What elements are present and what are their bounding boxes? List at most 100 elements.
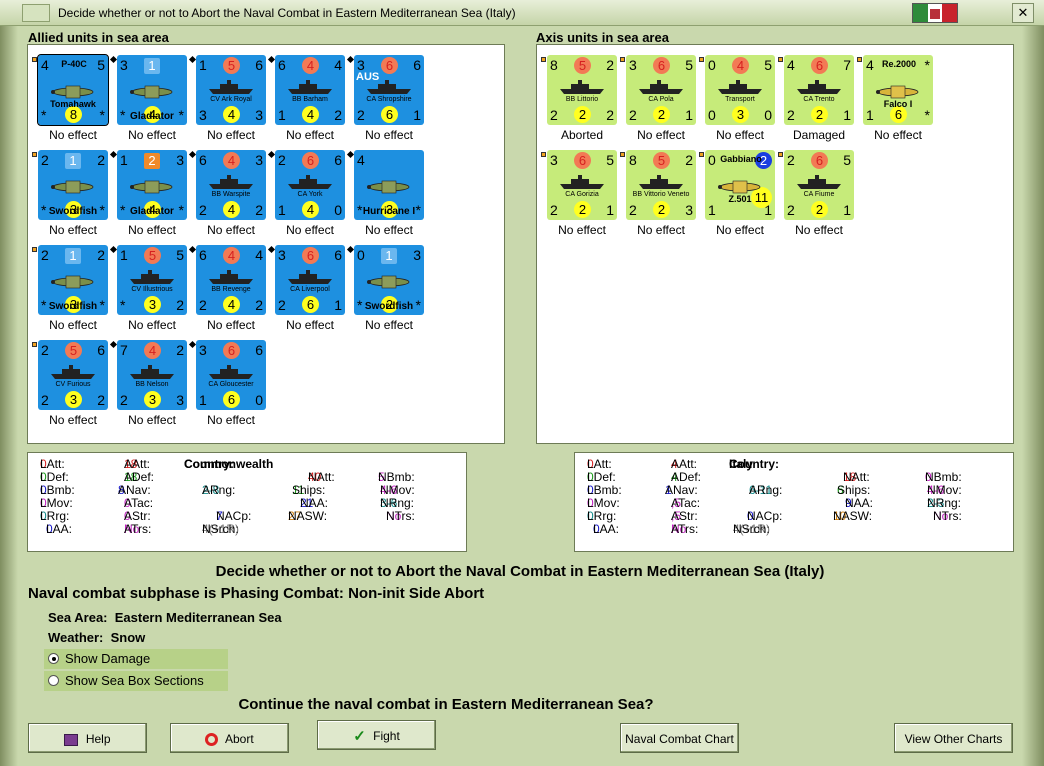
stat-label: NASW:	[288, 509, 328, 523]
help-button[interactable]: Help	[28, 723, 147, 753]
unit-counter[interactable]: 3 5 2 1 6 2 CA Pola	[626, 55, 696, 125]
counter-marker-icon	[541, 152, 546, 157]
no-entry-icon	[205, 733, 219, 747]
close-icon[interactable]: ✕	[1012, 3, 1034, 23]
counter-attack-value: 6	[223, 342, 240, 359]
unit-counter[interactable]: 2 6 1 0 6 4 CA York	[275, 150, 345, 220]
unit-counter[interactable]: 4 5 * * 8 P-40C Tomahawk	[37, 54, 109, 126]
counter-bottom-right-value: 2	[255, 297, 263, 313]
fight-button-label: Fight	[373, 729, 400, 743]
counter-defense-value: 3	[144, 391, 161, 408]
axis-units-panel: 8 2 2 2 5 2 BB Littorio Aborted 3 5 2 1 6 2 CA Pola No …	[536, 44, 1014, 444]
unit-counter[interactable]: 2 5 2 1 6 2 CA Fiume	[784, 150, 854, 220]
abort-button[interactable]: Abort	[170, 723, 289, 753]
counter-top-left-value: 0	[357, 247, 365, 263]
stat-label: ATrs:	[671, 522, 699, 536]
abort-button-label: Abort	[224, 732, 254, 746]
unit-effect-label: No effect	[207, 318, 255, 332]
unit-name: CA Trento	[803, 96, 835, 103]
unit-counter[interactable]: 4 * 1 * 6 Re.2000 Falco I	[863, 55, 933, 125]
counter-marker-icon	[32, 247, 37, 252]
counter-bottom-right-value: *	[924, 107, 930, 123]
counter-bottom-left-value: *	[41, 107, 47, 123]
unit-effect-label: No effect	[286, 128, 334, 142]
stat-label: AStr:	[124, 509, 151, 523]
unit-subname: Falco I	[883, 99, 913, 109]
ship-icon	[796, 174, 842, 190]
counter-defense-value: 4	[302, 201, 319, 218]
unit-counter[interactable]: 3 6 1 0 6 6 CA Gloucester	[196, 340, 266, 410]
naval-combat-chart-button[interactable]: Naval Combat Chart	[620, 723, 739, 753]
unit-counter[interactable]: 1 3 * * 4 2 Gladiator	[117, 150, 187, 220]
axis-section-title: Axis units in sea area	[536, 30, 669, 45]
counter-marker-icon	[778, 57, 783, 62]
unit-counter[interactable]: 0 5 0 0 4 3 Transport	[705, 55, 775, 125]
unit-counter[interactable]: 8 2 2 2 5 2 BB Littorio	[547, 55, 617, 125]
unit-counter[interactable]: 2 2 * * 3 1 Swordfish	[38, 245, 108, 315]
stat-label: LAA:	[46, 522, 73, 536]
counter-bottom-left-value: 2	[41, 392, 49, 408]
unit-effect-label: No effect	[795, 223, 843, 237]
counter-marker-icon	[699, 57, 704, 62]
stat-label: ANav:	[665, 483, 698, 497]
stat-label: ATac:	[124, 496, 154, 510]
unit-counter[interactable]: 4 * * 3 Hurricane I	[354, 150, 424, 220]
unit-name: BB Barham	[292, 96, 328, 103]
stat-label: LBmb:	[40, 483, 75, 497]
counter-marker-icon	[32, 57, 37, 62]
unit-counter[interactable]: 2 6 2 2 5 3 CV Furious	[38, 340, 108, 410]
unit-counter[interactable]: 1 5 * 2 5 3 CV Illustrious	[117, 245, 187, 315]
stat-label: LAA:	[593, 522, 620, 536]
counter-top-right-value: 6	[413, 57, 421, 73]
counter-attack-value: 6	[811, 57, 828, 74]
stat-label: LRrg:	[40, 509, 70, 523]
stat-label: AAtt:	[671, 457, 698, 471]
unit-counter[interactable]: 3 6 2 1 6 6 AUS CA Shropshire	[354, 55, 424, 125]
unit-name: Re.2000	[881, 59, 917, 69]
unit-counter[interactable]: 0 3 * * 2 1 Swordfish	[354, 245, 424, 315]
unit-name: CA Gloucester	[208, 381, 254, 388]
stat-label: NAA:	[300, 496, 329, 510]
counter-top-left-value: 2	[41, 247, 49, 263]
view-other-charts-button[interactable]: View Other Charts	[894, 723, 1013, 753]
counter-top-right-value: 5	[685, 57, 693, 73]
unit-counter[interactable]: 4 7 2 1 6 2 CA Trento	[784, 55, 854, 125]
unit-counter[interactable]: 2 2 * * 3 1 Swordfish	[38, 150, 108, 220]
unit-counter[interactable]: 8 2 2 3 5 2 BB Vittorio Veneto	[626, 150, 696, 220]
counter-top-right-value: 4	[255, 247, 263, 263]
stat-label: NAtt:	[308, 470, 335, 484]
counter-bottom-right-value: 0	[255, 392, 263, 408]
counter-defense-value: 4	[223, 201, 240, 218]
counter-marker-icon	[32, 342, 37, 347]
unit-counter[interactable]: 6 4 2 2 4 4 BB Revenge	[196, 245, 266, 315]
unit-counter[interactable]: 3 * * 4 1 Gladiator	[117, 55, 187, 125]
stat-label: ADef:	[124, 470, 155, 484]
unit-effect-label: No effect	[637, 128, 685, 142]
show-damage-radio[interactable]: Show Damage	[44, 649, 228, 669]
counter-defense-value: 2	[574, 201, 591, 218]
stat-label: NRng:	[927, 496, 962, 510]
counter-defense-value: 4	[223, 106, 240, 123]
unit-counter[interactable]: 6 3 2 2 4 4 BB Warspite	[196, 150, 266, 220]
counter-top-left-value: 1	[120, 247, 128, 263]
counter-marker-icon	[188, 150, 197, 159]
unit-counter[interactable]: 1 6 3 3 5 4 CV Ark Royal	[196, 55, 266, 125]
unit-counter[interactable]: 3 6 2 1 6 6 CA Liverpool	[275, 245, 345, 315]
counter-squadron-badge: 1	[381, 248, 397, 264]
fight-button[interactable]: ✓ Fight	[317, 720, 436, 750]
unit-effect-label: No effect	[128, 128, 176, 142]
unit-counter[interactable]: 0 1 1 11 2 Gabbiano Z.501	[705, 150, 775, 220]
aircraft-icon	[48, 172, 98, 200]
counter-marker-icon	[109, 55, 118, 64]
help-button-label: Help	[85, 732, 111, 746]
show-sea-box-radio[interactable]: Show Sea Box Sections	[44, 671, 228, 691]
counter-marker-icon	[109, 245, 118, 254]
stat-label: NSrch:	[733, 522, 770, 536]
unit-counter[interactable]: 7 2 2 3 4 3 BB Nelson	[117, 340, 187, 410]
counter-attack-value: 4	[144, 342, 161, 359]
unit-counter[interactable]: 3 5 2 1 6 2 CA Gorizia	[547, 150, 617, 220]
counter-defense-value: 2	[811, 201, 828, 218]
unit-counter[interactable]: 6 4 1 2 4 4 BB Barham	[275, 55, 345, 125]
counter-top-right-value: 2	[606, 57, 614, 73]
unit-name: Swordfish	[48, 301, 98, 312]
